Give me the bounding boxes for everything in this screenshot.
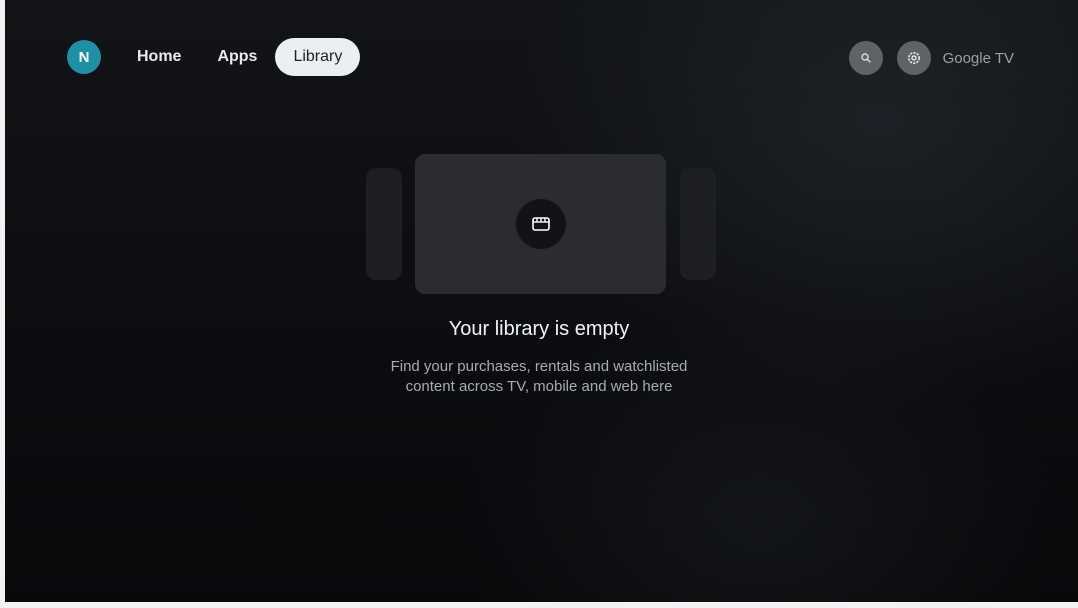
profile-initial: N	[78, 48, 90, 66]
settings-button[interactable]	[896, 41, 931, 75]
brand-label: Google TV	[942, 49, 1014, 67]
search-icon	[860, 53, 871, 63]
tab-apps[interactable]: Apps	[199, 38, 275, 76]
frame-edge-left	[0, 0, 5, 608]
empty-state-subtitle-line-1: Find your purchases, rentals and watchli…	[390, 358, 688, 375]
empty-library-illustration	[366, 154, 716, 294]
placeholder-card-main	[415, 154, 666, 294]
empty-state-subtitle-line-2: content across TV, mobile and web here	[405, 378, 673, 395]
tab-home[interactable]: Home	[119, 38, 199, 76]
top-nav: N Home Apps Library	[67, 37, 361, 77]
profile-avatar[interactable]: N	[67, 40, 101, 74]
placeholder-card-right	[680, 168, 716, 280]
empty-state-title: Your library is empty	[448, 318, 630, 340]
frame-edge-bottom	[0, 602, 1078, 608]
tab-library[interactable]: Library	[275, 38, 361, 76]
empty-state-subtitle: Find your purchases, rentals and watchli…	[0, 357, 1078, 397]
placeholder-card-left	[366, 168, 402, 280]
clapperboard-icon-badge	[515, 199, 566, 249]
clapperboard-icon	[531, 217, 550, 231]
top-right-toolbar: Google TV	[835, 40, 1014, 76]
search-button[interactable]	[848, 41, 883, 75]
google-tv-library-screen: N Home Apps Library Google TV Your libra…	[0, 0, 1078, 608]
gear-icon	[907, 52, 920, 64]
